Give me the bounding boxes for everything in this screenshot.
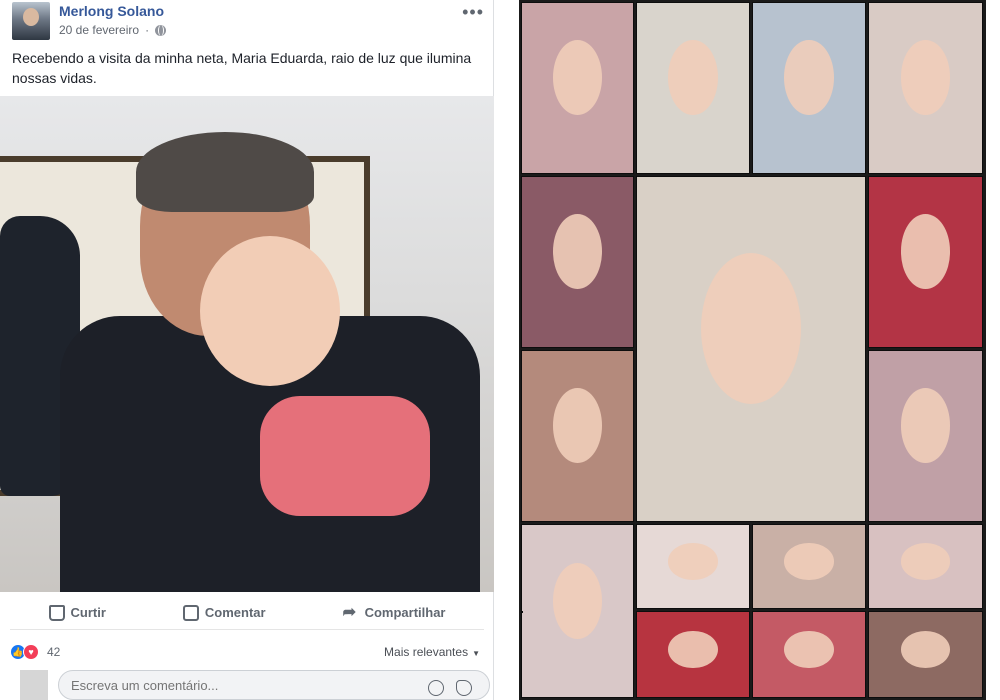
post-text: Recebendo a visita da minha neta, Maria …: [12, 50, 472, 86]
comment-input[interactable]: [58, 670, 490, 700]
collage-photo[interactable]: [636, 176, 866, 522]
author-name[interactable]: Merlong Solano: [59, 3, 164, 19]
sort-label: Mais relevantes: [384, 645, 469, 659]
globe-icon: [155, 24, 167, 36]
collage-photo[interactable]: [636, 524, 750, 609]
like-button[interactable]: Curtir: [48, 604, 106, 621]
post-photo[interactable]: [0, 96, 494, 592]
sticker-icon[interactable]: [456, 680, 472, 696]
post-meta: 20 de fevereiro ·: [59, 23, 167, 37]
like-label: Curtir: [70, 605, 106, 620]
collage-photo[interactable]: [752, 2, 866, 174]
collage-photo[interactable]: [868, 524, 983, 609]
share-button[interactable]: Compartilhar: [343, 602, 446, 622]
baby-dress: [260, 396, 430, 516]
speech-bubble-icon: [182, 604, 199, 621]
love-reaction-icon: ♥: [23, 644, 39, 660]
thumbs-up-icon: [48, 604, 65, 621]
collage-photo[interactable]: [521, 350, 634, 522]
photo-collage: [519, 0, 986, 700]
collage-photo[interactable]: [521, 524, 634, 698]
collage-photo[interactable]: [521, 2, 634, 174]
baby-figure: [200, 236, 340, 386]
reactions-bar: 👍 ♥ 42 Mais relevantes ▼: [10, 640, 484, 662]
more-options-icon[interactable]: •••: [462, 2, 484, 23]
collage-photo[interactable]: [636, 2, 750, 174]
collage-photo[interactable]: [868, 176, 983, 348]
post-actions: Curtir Comentar Compartilhar: [10, 596, 484, 630]
comment-label: Comentar: [204, 605, 266, 620]
share-arrow-icon: [343, 602, 359, 622]
collage-photo[interactable]: [521, 176, 634, 348]
collage-photo[interactable]: [868, 350, 983, 522]
comment-composer: [10, 668, 490, 700]
comment-sort-dropdown[interactable]: Mais relevantes ▼: [384, 645, 480, 659]
author-avatar[interactable]: [12, 2, 50, 40]
collage-photo[interactable]: [868, 611, 983, 698]
chevron-down-icon: ▼: [472, 649, 480, 658]
collage-photo[interactable]: [636, 611, 750, 698]
comment-button[interactable]: Comentar: [182, 604, 266, 621]
collage-photo[interactable]: [868, 2, 983, 174]
post-header: Merlong Solano 20 de fevereiro · •••: [0, 0, 494, 44]
collage-photo[interactable]: [752, 524, 866, 609]
post-date[interactable]: 20 de fevereiro: [59, 23, 139, 37]
share-label: Compartilhar: [364, 605, 446, 620]
collage-photo[interactable]: [752, 611, 866, 698]
reaction-count[interactable]: 42: [47, 645, 60, 659]
emoji-icon[interactable]: [428, 680, 444, 696]
viewer-avatar: [20, 670, 48, 700]
collage-photo[interactable]: [521, 611, 523, 613]
reaction-icons[interactable]: 👍 ♥: [10, 644, 39, 660]
facebook-post: Merlong Solano 20 de fevereiro · ••• Rec…: [0, 0, 494, 700]
